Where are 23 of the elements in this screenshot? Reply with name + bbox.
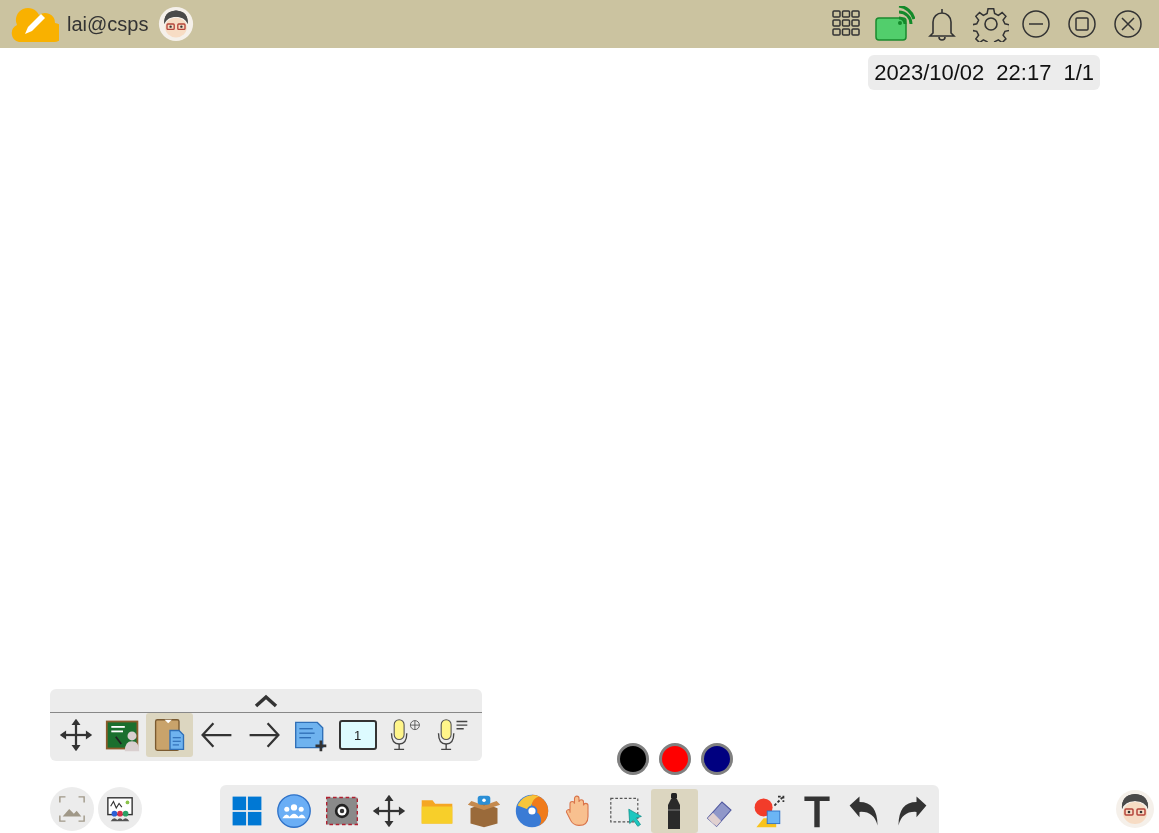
page-number: 1 [353,728,362,742]
whiteboard-people-icon [106,795,134,823]
date-text: 2023/10/02 [874,59,985,87]
chevron-up-icon[interactable] [254,693,278,708]
user-name: lai@csps [67,12,149,37]
browser-icon [513,793,550,829]
pen-color-swatch[interactable] [617,743,649,775]
tool-button[interactable]: 1 [334,713,381,757]
package-box-icon [466,793,503,829]
avatar-icon [158,6,195,42]
move-arrows-icon [57,717,94,753]
time-text: 22:17 [996,59,1052,87]
whiteboard-share-button[interactable] [98,787,142,831]
image-frame-icon [58,795,86,823]
wireless-display-icon[interactable] [875,6,915,42]
pen-color-swatch[interactable] [659,743,691,775]
tool-button[interactable] [650,789,698,833]
avatar-icon [1115,789,1155,829]
pen-color-swatch[interactable] [701,743,733,775]
group-people-icon [276,793,313,829]
settings-icon[interactable] [973,6,1009,42]
page-count: 1/1 [1063,59,1094,87]
marker-pen-icon [667,792,682,830]
